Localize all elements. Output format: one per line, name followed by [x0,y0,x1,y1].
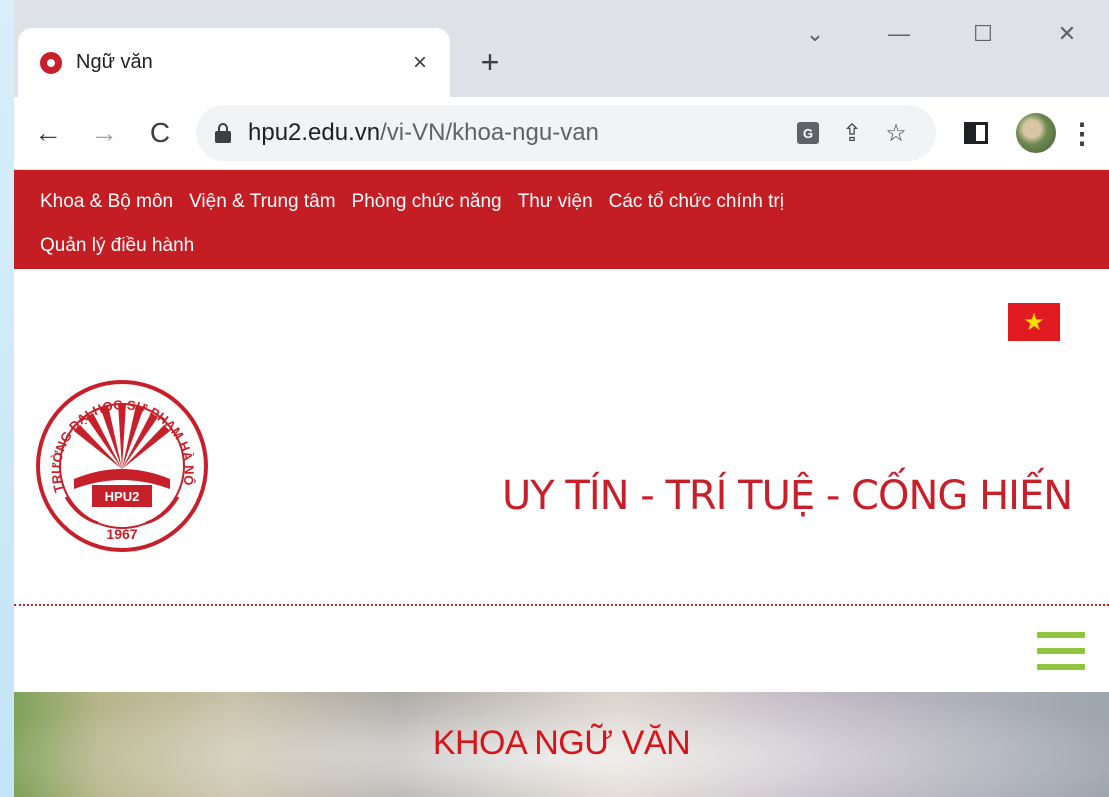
browser-tab[interactable]: Ngữ văn × [18,28,450,97]
site-nav-row-1: Khoa & Bộ môn Viện & Trung tâm Phòng chứ… [40,180,1109,224]
maximize-button[interactable]: ☐ [941,14,1025,54]
logo-year: 1967 [106,526,137,542]
nav-link-khoa-bo-mon[interactable]: Khoa & Bộ môn [40,191,173,213]
vietnamese-flag-icon[interactable]: ★ [1008,303,1060,341]
url-host: hpu2.edu.vn [248,119,381,146]
browser-toolbar: ← → C hpu2.edu.vn/vi-VN/khoa-ngu-van G ⇪… [14,97,1109,170]
mobile-menu-row [14,606,1109,692]
new-tab-button[interactable]: + [470,44,510,80]
forward-button[interactable]: → [76,109,132,157]
url-text[interactable]: hpu2.edu.vn/vi-VN/khoa-ngu-van [248,119,786,147]
lock-icon[interactable] [214,123,232,143]
tab-title: Ngữ văn [76,51,153,73]
nav-link-to-chuc-chinh-tri[interactable]: Các tổ chức chính trị [609,191,784,213]
site-favicon-icon [40,51,62,74]
tab-close-icon[interactable]: × [406,49,434,77]
hamburger-menu-icon[interactable] [1037,632,1085,670]
page-title: KHOA NGỮ VĂN [432,724,691,762]
nav-link-quan-ly-dieu-hanh[interactable]: Quản lý điều hành [40,235,194,257]
back-button[interactable]: ← [20,109,76,157]
profile-avatar[interactable] [1016,113,1056,153]
site-header: ★ TRƯỜNG ĐẠI HỌC SƯ PHẠM HÀ NỘI 2 HP [14,269,1109,606]
toolbar-right: ⋮ [948,113,1096,153]
nav-link-thu-vien[interactable]: Thư viện [518,191,593,213]
browser-window: Ngữ văn × + ⌄ — ☐ ✕ ← → C hpu2.edu.vn/vi… [14,0,1109,797]
nav-link-phong-chuc-nang[interactable]: Phòng chức năng [352,191,502,213]
nav-link-vien-trung-tam[interactable]: Viện & Trung tâm [189,191,335,213]
reload-button[interactable]: C [132,109,188,157]
translate-icon[interactable]: G [786,111,830,155]
side-panel-icon[interactable] [964,122,988,144]
close-window-button[interactable]: ✕ [1025,14,1109,54]
site-slogan: UY TÍN - TRÍ TUỆ - CỐNG HIẾN [502,473,1073,519]
url-path: /vi-VN/khoa-ngu-van [380,119,599,146]
logo-center-text: HPU2 [105,489,140,504]
kebab-menu-icon[interactable]: ⋮ [1068,117,1096,150]
tab-strip: Ngữ văn × + ⌄ — ☐ ✕ [14,0,1109,97]
address-bar[interactable]: hpu2.edu.vn/vi-VN/khoa-ngu-van G ⇪ ☆ [196,105,936,161]
site-nav-row-2: Quản lý điều hành [40,224,1109,268]
star-icon[interactable]: ☆ [874,111,918,155]
share-icon[interactable]: ⇪ [830,111,874,155]
tab-search-chevron-icon[interactable]: ⌄ [773,14,857,54]
hpu2-logo[interactable]: TRƯỜNG ĐẠI HỌC SƯ PHẠM HÀ NỘI 2 HPU2 196… [34,371,210,561]
minimize-button[interactable]: — [857,14,941,54]
window-controls: ⌄ — ☐ ✕ [773,14,1109,54]
site-top-nav: Khoa & Bộ môn Viện & Trung tâm Phòng chứ… [14,170,1109,269]
page-banner: KHOA NGỮ VĂN [14,692,1109,797]
